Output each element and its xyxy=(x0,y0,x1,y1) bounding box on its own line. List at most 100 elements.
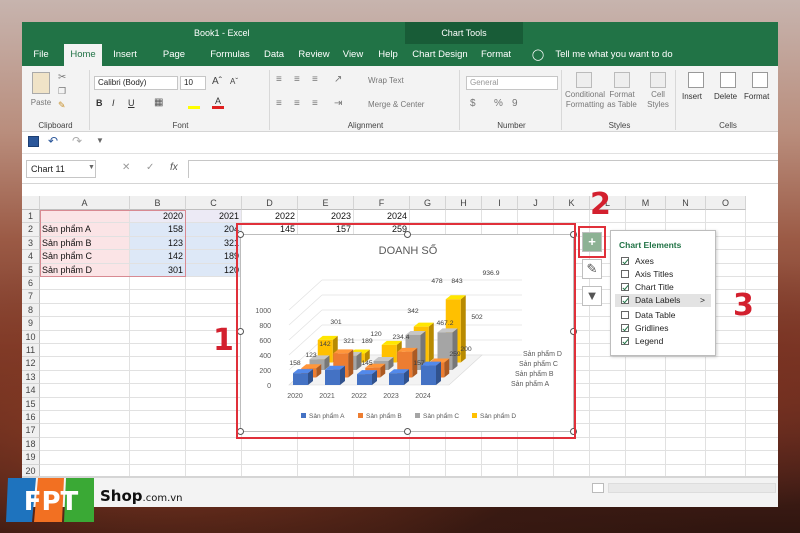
legend-checkbox[interactable] xyxy=(621,337,629,345)
column-header-e[interactable]: E xyxy=(298,196,354,210)
tab-review[interactable]: Review xyxy=(296,44,332,66)
chart-filters-icon[interactable]: ▼ xyxy=(582,286,602,306)
column-header-d[interactable]: D xyxy=(242,196,298,210)
row-header-9[interactable]: 9 xyxy=(22,317,40,331)
middle-align-icon[interactable]: ≡ xyxy=(294,74,300,85)
bold-button[interactable]: B xyxy=(96,98,103,108)
row-header-1[interactable]: 1 xyxy=(22,210,40,224)
data-labels-arrow-icon[interactable]: > xyxy=(700,294,705,307)
align-center-icon[interactable]: ≡ xyxy=(294,98,300,109)
axes-checkbox[interactable] xyxy=(621,257,629,265)
column-header-f[interactable]: F xyxy=(354,196,410,210)
row-header-3[interactable]: 3 xyxy=(22,236,40,251)
axis-titles-checkbox[interactable] xyxy=(621,270,629,278)
chart-title-checkbox[interactable] xyxy=(621,283,629,291)
column-header-j[interactable]: J xyxy=(518,196,554,210)
scroll-left-button[interactable] xyxy=(592,483,604,493)
indent-icon[interactable]: ⇥ xyxy=(334,98,342,109)
format-as-table-button[interactable]: Format as Table xyxy=(606,90,638,110)
tab-page-layout[interactable]: Page Layout xyxy=(148,44,200,82)
cell-styles-icon[interactable] xyxy=(650,72,666,88)
row-header-6[interactable]: 6 xyxy=(22,277,40,291)
insert-button[interactable]: Insert xyxy=(682,92,702,101)
row-header-16[interactable]: 16 xyxy=(22,411,40,425)
select-all-corner[interactable] xyxy=(22,196,40,210)
row-header-17[interactable]: 17 xyxy=(22,424,40,438)
top-align-icon[interactable]: ≡ xyxy=(276,74,282,85)
tab-insert[interactable]: Insert xyxy=(108,44,142,66)
tab-view[interactable]: View xyxy=(338,44,368,66)
undo-icon[interactable]: ↶ xyxy=(48,134,58,148)
row-header-4[interactable]: 4 xyxy=(22,250,40,264)
tab-data[interactable]: Data xyxy=(260,44,288,66)
column-header-c[interactable]: C xyxy=(186,196,242,210)
gridlines-checkbox[interactable] xyxy=(621,324,629,332)
tell-me-box[interactable]: Tell me what you want to do xyxy=(544,44,684,66)
grow-font-icon[interactable]: Aˆ xyxy=(212,76,222,87)
header-cell-2024[interactable]: 2024 xyxy=(354,210,409,222)
number-format-box[interactable]: General xyxy=(466,76,558,90)
row-header-14[interactable]: 14 xyxy=(22,384,40,398)
element-data-labels[interactable]: Data Labels > xyxy=(615,294,711,307)
tab-file[interactable]: File xyxy=(28,44,54,66)
horizontal-scrollbar[interactable] xyxy=(608,483,776,493)
merge-center-button[interactable]: Merge & Center xyxy=(368,100,424,109)
paste-button[interactable]: Paste xyxy=(28,98,54,107)
row-header-18[interactable]: 18 xyxy=(22,437,40,452)
column-header-k[interactable]: K xyxy=(554,196,590,210)
font-color-icon[interactable]: A xyxy=(212,96,224,109)
element-gridlines[interactable]: Gridlines xyxy=(621,322,669,335)
column-header-i[interactable]: I xyxy=(482,196,518,210)
cell-styles-button[interactable]: Cell Styles xyxy=(642,90,674,110)
element-axes[interactable]: Axes xyxy=(621,255,654,268)
value-cell[interactable]: 120 xyxy=(186,263,241,276)
align-right-icon[interactable]: ≡ xyxy=(312,98,318,109)
row-header-7[interactable]: 7 xyxy=(22,290,40,304)
row-header-5[interactable]: 5 xyxy=(22,263,40,277)
fill-color-icon[interactable] xyxy=(188,97,200,109)
row-header-2[interactable]: 2 xyxy=(22,223,40,237)
element-legend[interactable]: Legend xyxy=(621,335,663,348)
row-header-8[interactable]: 8 xyxy=(22,303,40,318)
conditional-formatting-icon[interactable] xyxy=(576,72,592,88)
format-painter-icon[interactable]: ✎ xyxy=(58,100,66,111)
data-table-checkbox[interactable] xyxy=(621,311,629,319)
percent-button[interactable]: % xyxy=(494,98,503,109)
column-header-o[interactable]: O xyxy=(706,196,746,210)
element-axis-titles[interactable]: Axis Titles xyxy=(621,268,673,281)
bottom-align-icon[interactable]: ≡ xyxy=(312,74,318,85)
column-header-a[interactable]: A xyxy=(40,196,130,210)
paste-icon[interactable] xyxy=(32,72,50,94)
delete-icon[interactable] xyxy=(720,72,736,88)
insert-function-icon[interactable]: fx xyxy=(170,162,178,173)
header-cell-2021[interactable]: 2021 xyxy=(186,210,241,223)
data-labels-checkbox[interactable] xyxy=(621,296,629,304)
customize-qat-icon[interactable]: ▼ xyxy=(96,136,104,145)
header-cell-2022[interactable]: 2022 xyxy=(242,210,297,222)
row-header-19[interactable]: 19 xyxy=(22,451,40,465)
column-header-m[interactable]: M xyxy=(626,196,666,210)
cut-icon[interactable]: ✂ xyxy=(58,72,66,83)
currency-button[interactable]: $ xyxy=(470,98,476,109)
wrap-text-button[interactable]: Wrap Text xyxy=(368,76,404,85)
chart-elements-plus-icon[interactable]: + xyxy=(582,232,602,252)
chart-styles-brush-icon[interactable]: ✎ xyxy=(582,259,602,279)
column-header-h[interactable]: H xyxy=(446,196,482,210)
name-box-dropdown-icon[interactable]: ▼ xyxy=(88,164,95,171)
shrink-font-icon[interactable]: Aˇ xyxy=(230,77,238,86)
delete-button[interactable]: Delete xyxy=(714,92,737,101)
formula-input[interactable] xyxy=(188,160,778,178)
insert-icon[interactable] xyxy=(688,72,704,88)
save-icon[interactable] xyxy=(28,136,39,147)
column-header-g[interactable]: G xyxy=(410,196,446,210)
font-name-box[interactable]: Calibri (Body) xyxy=(94,76,178,90)
align-left-icon[interactable]: ≡ xyxy=(276,98,282,109)
border-icon[interactable]: ▦ xyxy=(154,97,163,108)
redo-icon[interactable]: ↷ xyxy=(72,134,82,148)
orientation-icon[interactable]: ↗ xyxy=(334,74,342,85)
format-icon[interactable] xyxy=(752,72,768,88)
cancel-icon[interactable]: ✕ xyxy=(122,162,130,173)
tab-formulas[interactable]: Formulas xyxy=(208,44,252,66)
value-cell[interactable]: 321 xyxy=(186,236,241,250)
comma-button[interactable]: 9 xyxy=(512,98,518,109)
